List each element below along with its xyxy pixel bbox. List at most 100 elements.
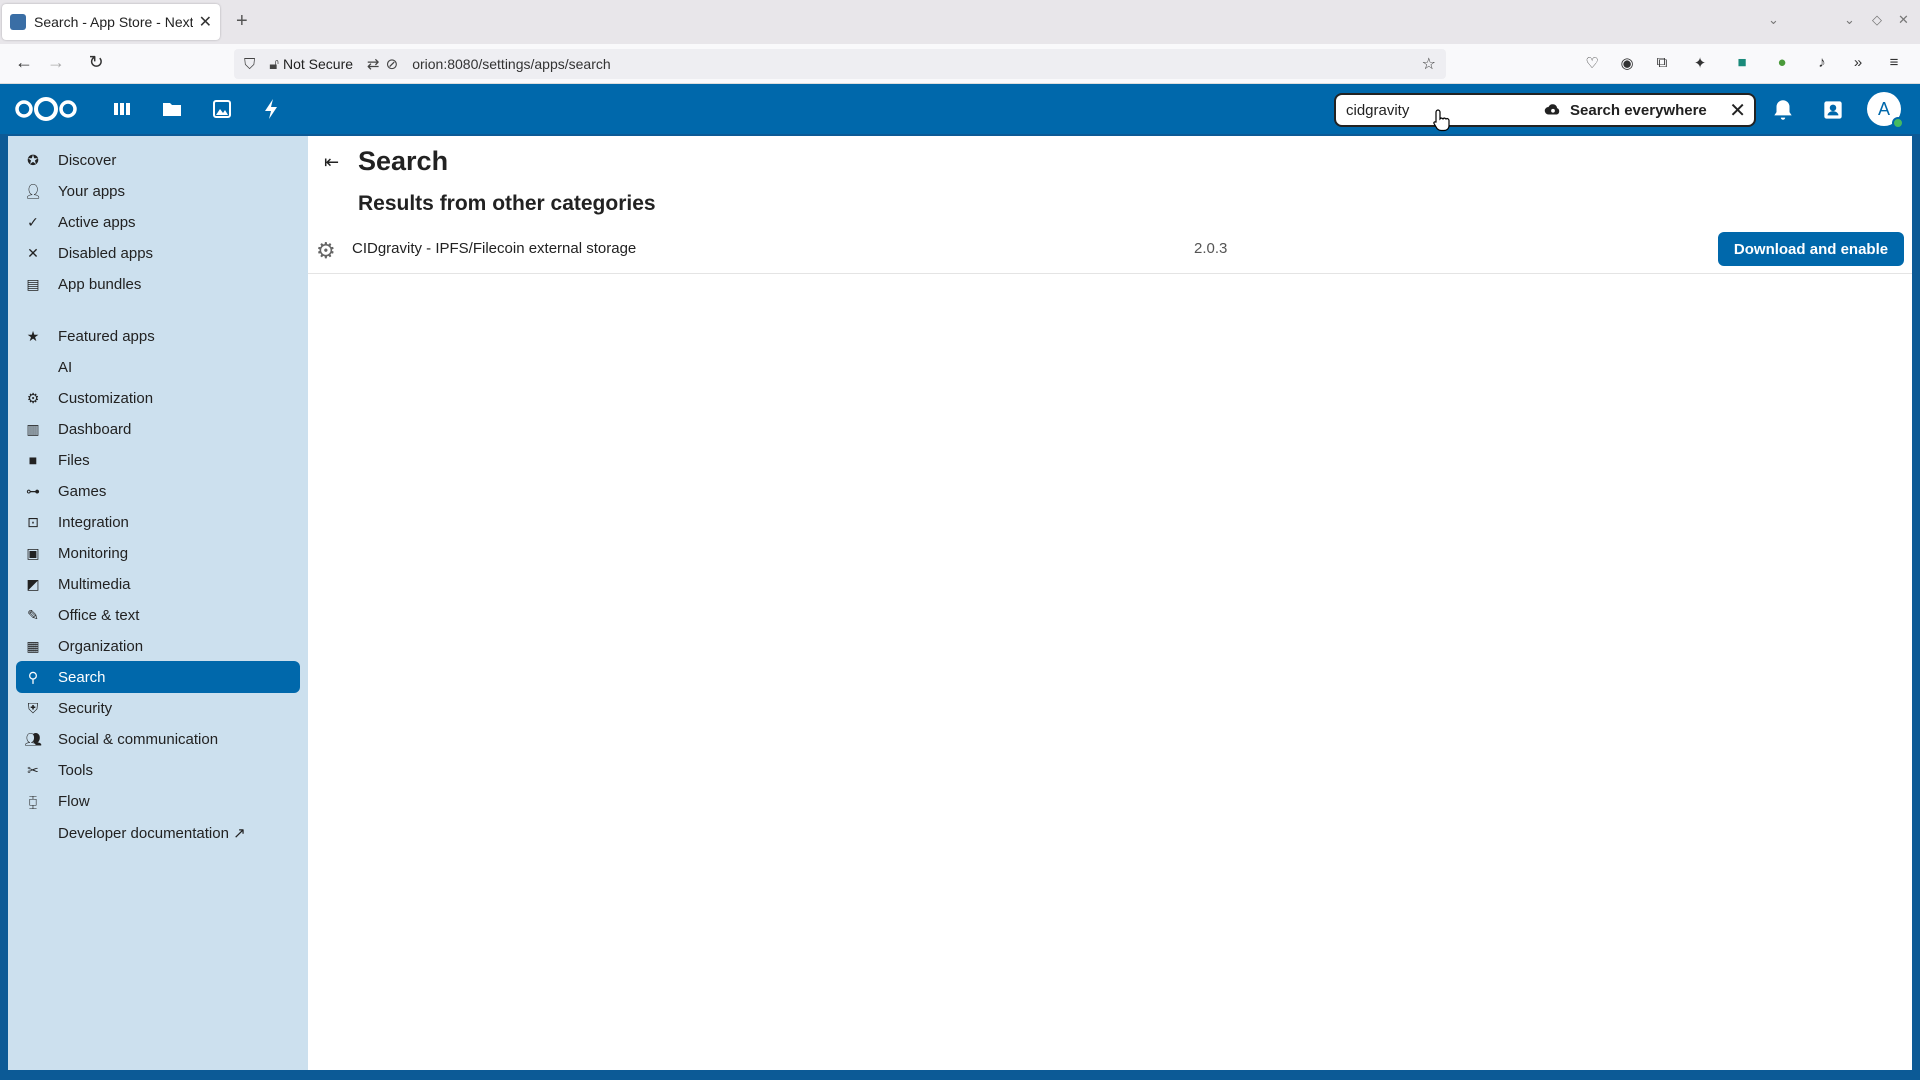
sidebar-item-label: Integration (58, 513, 129, 531)
user-avatar[interactable]: A (1867, 92, 1904, 129)
app-gear-icon: ⚙ (316, 238, 336, 263)
sidebar-item-active-apps[interactable]: ✓ Active apps (16, 206, 300, 238)
activity-app-icon[interactable] (260, 97, 284, 121)
insecure-lock-icon: 🔓︎ (269, 55, 279, 73)
archive-icon: ▤ (26, 275, 40, 292)
menu-hamburger-icon[interactable]: ≡ (1884, 54, 1904, 74)
back-arrow-icon[interactable]: ← (12, 52, 36, 73)
sidebar-item-social-communication[interactable]: 👥︎ Social & communication (16, 723, 300, 755)
photos-app-icon[interactable] (210, 97, 234, 121)
gamepad-icon: ⊶ (26, 482, 40, 499)
app-version: 2.0.3 (1194, 240, 1228, 257)
integration-icon: ⊡ (27, 513, 39, 530)
sidebar-item-label: Organization (58, 637, 144, 655)
sidebar-item-flow[interactable]: ⧮ Flow (16, 785, 300, 817)
sidebar-item-label: Multimedia (58, 575, 131, 593)
shield-outline-icon[interactable]: ⛉ (244, 56, 255, 73)
user-icon: 👤︎ (24, 182, 42, 199)
overflow-chevron-icon[interactable]: » (1848, 54, 1868, 74)
sidebar-item-label: App bundles (58, 275, 142, 293)
clear-search-icon[interactable]: ✕ (1729, 98, 1746, 123)
dashboard-icon: ▥ (26, 420, 40, 437)
sidebar-item-label: Monitoring (58, 544, 129, 562)
sidebar-item-label: Active apps (58, 213, 136, 231)
extension-green-icon[interactable]: ■ (1732, 54, 1752, 74)
music-note-icon[interactable]: ♪ (1812, 54, 1832, 74)
sidebar-item-search[interactable]: ⚲ Search (16, 661, 300, 693)
nextcloud-logo-icon[interactable] (14, 97, 78, 121)
new-tab-button[interactable]: + (236, 10, 248, 33)
sidebar-item-tools[interactable]: ✂ Tools (16, 754, 300, 786)
sidebar-item-label: Developer documentation ↗ (58, 825, 246, 842)
tab-close-icon[interactable]: ✕ (199, 12, 212, 32)
sidebar-item-app-bundles[interactable]: ▤ App bundles (16, 268, 300, 300)
sidebar-item-customization[interactable]: ⚙ Customization (16, 382, 300, 414)
cloud-search-icon (1544, 104, 1560, 115)
sidebar-item-label: Security (58, 699, 113, 717)
sidebar-item-disabled-apps[interactable]: ✕ Disabled apps (16, 237, 300, 269)
sidebar-item-dashboard[interactable]: ▥ Dashboard (16, 413, 300, 445)
sidebar-item-your-apps[interactable]: 👤︎ Your apps (16, 175, 300, 207)
download-and-enable-button[interactable]: Download and enable (1718, 232, 1904, 266)
account-icon[interactable]: ◉ (1617, 54, 1637, 74)
extension-sparkle-icon[interactable]: ✦ (1690, 54, 1710, 74)
dashboard-app-icon[interactable] (110, 97, 134, 121)
browser-tab[interactable]: Search - App Store - Nextcl ✕ (2, 4, 220, 40)
sidebar-item-label: Customization (58, 389, 154, 407)
section-heading: Results from other categories (358, 192, 656, 215)
extension-leaf-icon[interactable]: ● (1772, 54, 1792, 74)
page-title: Search (358, 146, 449, 176)
sidebar-item-label: Disabled apps (58, 244, 154, 262)
app-name[interactable]: CIDgravity - IPFS/Filecoin external stor… (352, 240, 636, 257)
sidebar-item-integration[interactable]: ⊡ Integration (16, 506, 300, 538)
search-everywhere-label: Search everywhere (1570, 101, 1707, 119)
reload-icon[interactable]: ↻ (84, 52, 108, 73)
tools-icon: ✂ (27, 761, 39, 778)
extensions-icon[interactable]: ⧉ (1652, 54, 1672, 74)
sidebar-item-label: AI (58, 358, 73, 376)
sidebar-item-label: Featured apps (58, 327, 155, 345)
sidebar-item-monitoring[interactable]: ▣ Monitoring (16, 537, 300, 569)
pocket-icon[interactable]: ♡ (1582, 54, 1602, 74)
bookmark-star-icon[interactable]: ☆ (1422, 54, 1436, 74)
tracking-protection-icon[interactable]: ⊘ (386, 55, 399, 73)
files-app-icon[interactable] (160, 97, 184, 121)
hand-cursor-icon (1433, 109, 1450, 132)
sidebar-item-label: Discover (58, 151, 117, 169)
sidebar-item-organization[interactable]: ▦ Organization (16, 630, 300, 662)
sidebar-item-developer-documentation[interactable]: Developer documentation ↗ (16, 817, 300, 849)
sidebar-item-label: Files (58, 451, 90, 469)
sidebar-item-security[interactable]: ⛨ Security (16, 692, 300, 724)
address-bar[interactable]: ⛉ 🔓︎ Not Secure ⇄ ⊘ orion:8080/settings/… (234, 49, 1446, 79)
document-icon: ✎ (27, 606, 39, 623)
browser-navigation-bar: ← → ↻ ⛉ 🔓︎ Not Secure ⇄ ⊘ orion:8080/set… (0, 44, 1920, 84)
unified-search-box: Search everywhere ✕ (1334, 93, 1756, 127)
security-status[interactable]: Not Secure (283, 56, 353, 72)
sidebar-item-discover[interactable]: ✪ Discover (16, 144, 300, 176)
sidebar-item-label: Tools (58, 761, 94, 779)
notifications-bell-icon[interactable] (1770, 97, 1796, 123)
permissions-icon[interactable]: ⇄ (367, 55, 380, 73)
forward-arrow-icon[interactable]: → (44, 52, 68, 73)
app-result-row[interactable]: ⚙ CIDgravity - IPFS/Filecoin external st… (308, 226, 1912, 274)
toggle-navigation-icon[interactable]: ⇤ (324, 152, 339, 173)
sidebar-item-multimedia[interactable]: ◩ Multimedia (16, 568, 300, 600)
gear-icon: ⚙ (26, 389, 40, 406)
restore-icon[interactable]: ◇ (1872, 12, 1882, 28)
sidebar-item-label: Search (58, 668, 106, 686)
sidebar-item-office-text[interactable]: ✎ Office & text (16, 599, 300, 631)
sidebar-item-games[interactable]: ⊶ Games (16, 475, 300, 507)
window-close-icon[interactable]: ✕ (1898, 12, 1909, 28)
flow-icon: ⧮ (28, 792, 38, 809)
sidebar-item-label: Office & text (58, 606, 140, 624)
sidebar-item-files[interactable]: ■ Files (16, 444, 300, 476)
monitor-icon: ▣ (26, 544, 40, 561)
search-everywhere-button[interactable]: Search everywhere (1544, 101, 1707, 119)
url-text[interactable]: orion:8080/settings/apps/search (412, 56, 610, 72)
sidebar-item-ai[interactable]: AI (16, 351, 300, 383)
app-store-favicon-icon (10, 14, 26, 30)
minimize-icon[interactable]: ⌄ (1844, 12, 1855, 28)
sidebar-item-featured-apps[interactable]: ★ Featured apps (16, 320, 300, 352)
contacts-icon[interactable] (1820, 97, 1846, 123)
tab-list-chevron-icon[interactable]: ⌄ (1768, 12, 1779, 28)
